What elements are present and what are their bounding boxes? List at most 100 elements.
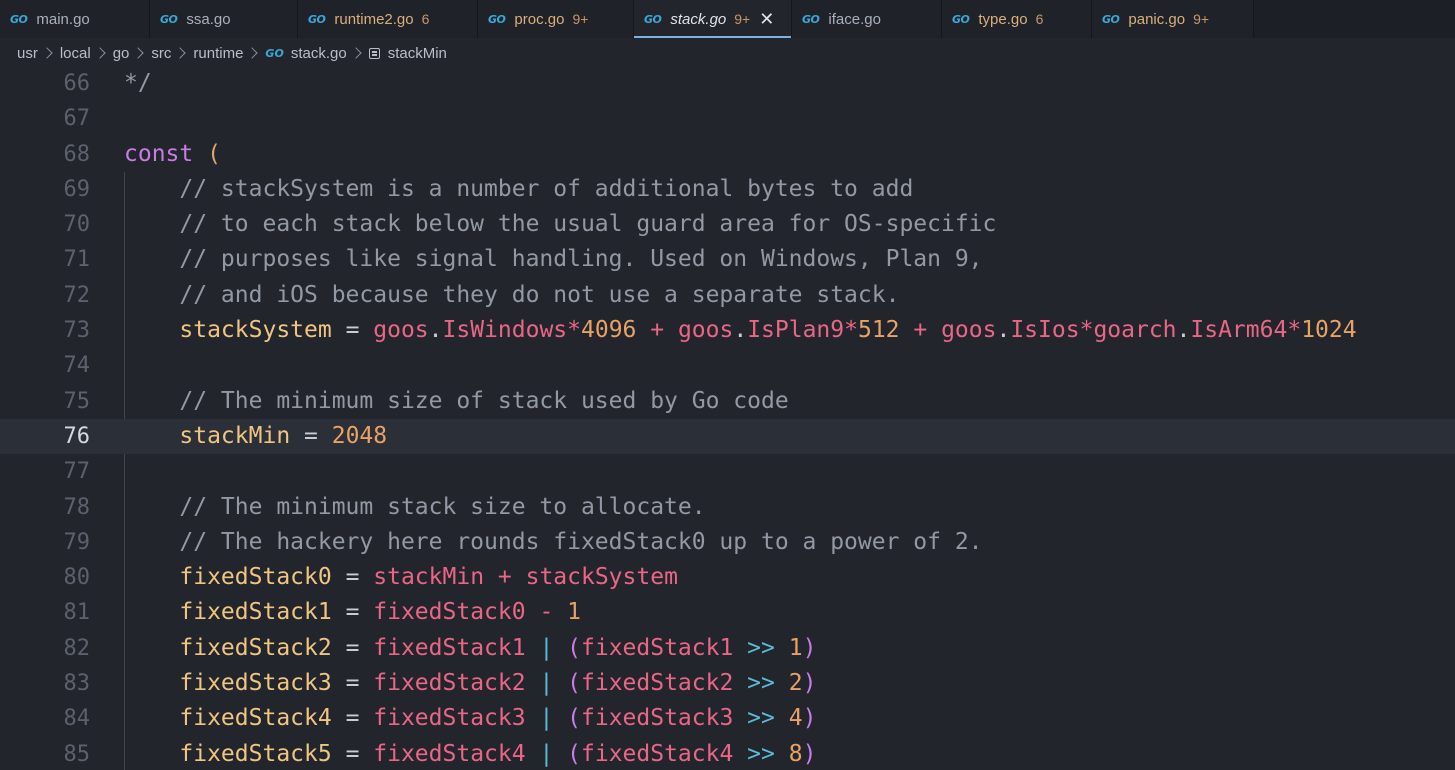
problems-badge: 6 [1035, 11, 1044, 27]
problems-badge: 9+ [734, 11, 751, 27]
problems-badge: 6 [421, 11, 430, 27]
line-number: 82 [63, 635, 91, 661]
constant-symbol-icon [368, 47, 380, 59]
breadcrumb-item[interactable]: usr [17, 45, 38, 62]
code-line[interactable]: 66 */ [0, 66, 1455, 101]
code-line[interactable]: 76 stackMin = 2048 [0, 418, 1455, 455]
code-text: // stackSystem is a number of additional… [179, 175, 914, 202]
code-line[interactable]: 81 fixedStack1 = fixedStack0 - 1 [0, 595, 1455, 630]
code-line[interactable]: 72 // and iOS because they do not use a … [0, 278, 1455, 313]
line-number: 72 [63, 282, 91, 308]
go-file-icon: GO [802, 12, 820, 26]
tab-type-go[interactable]: GO type.go 6 [942, 0, 1092, 38]
code-line[interactable]: 73 stackSystem = goos.IsWindows*4096 + g… [0, 313, 1455, 348]
go-file-icon: GO [644, 12, 662, 26]
code-text: fixedStack0 = stackMin + stackSystem [179, 564, 678, 591]
breadcrumb-item[interactable]: runtime [193, 45, 243, 62]
chevron-right-icon [350, 47, 362, 59]
breadcrumb-item[interactable]: src [151, 45, 171, 62]
code-line[interactable]: 67 [0, 101, 1455, 136]
problems-badge: 9+ [1193, 11, 1210, 27]
code-text: fixedStack2 = fixedStack1 | (fixedStack1… [179, 634, 817, 661]
line-number: 77 [63, 459, 91, 485]
go-file-icon: GO [160, 12, 178, 26]
code-text: // The minimum stack size to allocate. [179, 493, 706, 520]
go-file-icon: GO [952, 12, 970, 26]
go-file-icon: GO [488, 12, 506, 26]
code-text: */ [124, 70, 152, 96]
code-line[interactable]: 80 fixedStack0 = stackMin + stackSystem [0, 560, 1455, 595]
code-line[interactable]: 71 // purposes like signal handling. Use… [0, 242, 1455, 277]
close-icon[interactable]: ✕ [759, 9, 774, 30]
line-number: 81 [63, 600, 91, 626]
editor-tab-bar: GO main.go GO ssa.go GO runtime2.go 6 GO proc.go… [0, 0, 1455, 38]
tab-stack-go[interactable]: GO stack.go 9+ ✕ [634, 0, 792, 38]
line-number: 70 [63, 212, 91, 238]
code-line[interactable]: 77 [0, 454, 1455, 489]
line-number: 67 [63, 106, 91, 132]
line-number: 69 [63, 176, 91, 202]
chevron-right-icon [41, 47, 53, 59]
line-number: 78 [63, 494, 91, 520]
tab-iface-go[interactable]: GO iface.go [792, 0, 942, 38]
line-number: 66 [63, 71, 91, 96]
tab-panic-go[interactable]: GO panic.go 9+ [1092, 0, 1254, 38]
go-file-icon: GO [1102, 12, 1120, 26]
chevron-right-icon [246, 47, 259, 59]
chevron-right-icon [174, 47, 187, 59]
go-file-icon: GO [265, 46, 284, 60]
code-text: fixedStack4 = fixedStack3 | (fixedStack3… [179, 705, 817, 732]
tab-label: iface.go [828, 10, 881, 28]
code-line[interactable]: 78 // The minimum stack size to allocate… [0, 490, 1455, 525]
tab-main-go[interactable]: GO main.go [0, 0, 150, 38]
tab-label: proc.go [514, 10, 565, 28]
code-line[interactable]: 68 const ( [0, 137, 1455, 172]
tab-label: panic.go [1128, 10, 1186, 28]
line-number: 73 [63, 318, 91, 344]
line-number: 84 [63, 706, 91, 732]
code-line[interactable]: 84 fixedStack4 = fixedStack3 | (fixedSta… [0, 701, 1455, 736]
code-line[interactable]: 74 [0, 348, 1455, 383]
code-text: // and iOS because they do not use a sep… [179, 281, 900, 308]
line-number: 74 [63, 353, 91, 379]
breadcrumb-item[interactable]: stackMin [388, 45, 447, 62]
tab-ssa-go[interactable]: GO ssa.go [150, 0, 298, 38]
code-text: // The hackery here rounds fixedStack0 u… [179, 528, 983, 555]
line-number: 76 [63, 423, 91, 449]
code-editor[interactable]: 66 */ 67 68 const ( 69 // stackSystem is a nu… [0, 66, 1455, 770]
code-text: fixedStack3 = fixedStack2 | (fixedStack2… [179, 670, 817, 697]
line-number: 79 [63, 529, 91, 555]
line-number: 75 [63, 388, 91, 414]
chevron-right-icon [94, 47, 106, 59]
tab-runtime2-go[interactable]: GO runtime2.go 6 [298, 0, 478, 38]
code-text: fixedStack1 = fixedStack0 - 1 [179, 599, 581, 626]
line-number: 80 [63, 565, 91, 591]
code-line[interactable]: 70 // to each stack below the usual guar… [0, 207, 1455, 242]
code-text: // to each stack below the usual guard a… [179, 211, 997, 238]
tab-label: ssa.go [186, 10, 231, 28]
code-line[interactable]: 79 // The hackery here rounds fixedStack… [0, 525, 1455, 560]
problems-badge: 9+ [572, 11, 589, 27]
tab-label: runtime2.go [334, 10, 414, 28]
code-text: const ( [124, 140, 221, 167]
code-line[interactable]: 82 fixedStack2 = fixedStack1 | (fixedSta… [0, 631, 1455, 666]
code-line[interactable]: 83 fixedStack3 = fixedStack2 | (fixedSta… [0, 666, 1455, 701]
code-line[interactable]: 85 fixedStack5 = fixedStack4 | (fixedSta… [0, 737, 1455, 770]
line-number: 83 [63, 671, 91, 697]
code-text: stackMin = 2048 [179, 422, 388, 449]
breadcrumb-item[interactable]: local [60, 45, 91, 62]
go-file-icon: GO [308, 12, 326, 26]
breadcrumb-item[interactable]: stack.go [291, 45, 347, 62]
line-number: 85 [63, 741, 91, 767]
tab-proc-go[interactable]: GO proc.go 9+ [478, 0, 634, 38]
code-text: // purposes like signal handling. Used o… [179, 246, 983, 273]
code-text: stackSystem = goos.IsWindows*4096 + goos… [179, 317, 1357, 344]
tab-label: stack.go [670, 10, 727, 28]
breadcrumb-item[interactable]: go [113, 45, 130, 62]
code-line[interactable]: 69 // stackSystem is a number of additio… [0, 172, 1455, 207]
go-file-icon: GO [10, 12, 28, 26]
code-text: // The minimum size of stack used by Go … [179, 387, 789, 414]
code-line[interactable]: 75 // The minimum size of stack used by … [0, 384, 1455, 419]
line-number: 68 [63, 141, 91, 167]
code-text: fixedStack5 = fixedStack4 | (fixedStack4… [179, 740, 817, 767]
